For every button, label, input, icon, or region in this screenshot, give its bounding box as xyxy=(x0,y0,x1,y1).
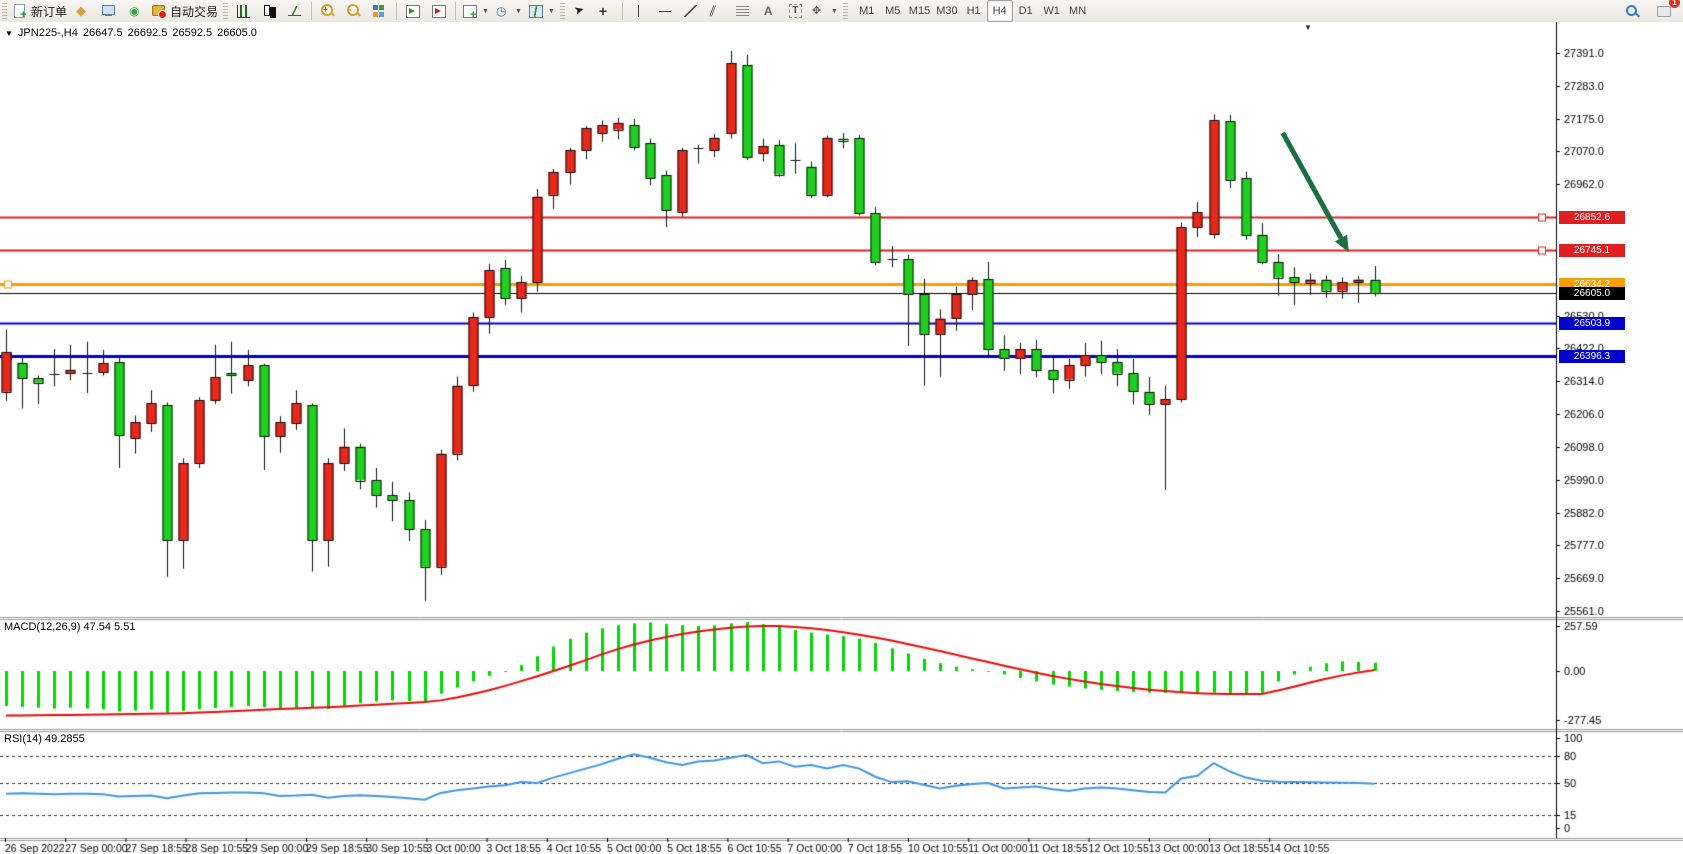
timeframe-button-w1[interactable]: W1 xyxy=(1039,0,1065,22)
auto-scroll-button[interactable] xyxy=(400,0,426,22)
zoom-in-icon: + xyxy=(320,3,336,19)
template-chart-icon xyxy=(528,3,544,19)
fibonacci-button[interactable] xyxy=(730,0,756,22)
cursor-icon: ➤ xyxy=(572,3,588,19)
trading-terminal-window: + 新订单 ◆ ◉ 自动交易 + - xyxy=(0,0,1683,854)
timeframe-label: M1 xyxy=(859,5,874,17)
crosshair-button[interactable]: + xyxy=(593,0,619,22)
toolbar-grip[interactable] xyxy=(223,3,228,19)
terminal-button[interactable] xyxy=(96,0,122,22)
bar-chart-icon xyxy=(235,3,251,19)
timeframe-label: W1 xyxy=(1043,5,1060,17)
autotrading-icon xyxy=(151,3,167,19)
vertical-line-button[interactable] xyxy=(626,0,652,22)
indicators-caret-icon: ▼ xyxy=(482,8,489,15)
new-order-label: 新订单 xyxy=(31,3,67,20)
tile-windows-button[interactable] xyxy=(367,0,393,22)
new-order-icon: + xyxy=(12,3,28,19)
search-icon xyxy=(1624,3,1640,19)
fibonacci-icon xyxy=(735,3,751,19)
line-chart-button[interactable] xyxy=(282,0,308,22)
timeframe-button-mn[interactable]: MN xyxy=(1065,0,1091,22)
timeframe-label: M30 xyxy=(936,5,957,17)
notifications-button[interactable]: 1 xyxy=(1651,0,1677,22)
autotrading-label: 自动交易 xyxy=(170,3,218,20)
timeframe-label: M15 xyxy=(909,5,930,17)
auto-scroll-icon xyxy=(405,3,421,19)
arrows-caret-icon: ▼ xyxy=(831,8,838,15)
templates-button[interactable]: ▼ xyxy=(525,0,558,22)
zoom-out-button[interactable]: - xyxy=(341,0,367,22)
trendline-button[interactable] xyxy=(678,0,704,22)
chart-shift-icon xyxy=(431,3,447,19)
indicators-button[interactable]: + ▼ xyxy=(459,0,492,22)
label-icon: T xyxy=(787,3,803,19)
periods-caret-icon: ▼ xyxy=(515,8,522,15)
autotrading-button[interactable]: 自动交易 xyxy=(148,0,221,22)
candlestick-icon xyxy=(261,3,277,19)
arrows-icon: ✥ xyxy=(811,3,827,19)
timeframe-group: M1 M5 M15 M30 H1 H4 D1 W1 MN xyxy=(854,0,1091,22)
cursor-button[interactable]: ➤ xyxy=(567,0,593,22)
toolbar-grip[interactable] xyxy=(560,3,565,19)
new-order-button[interactable]: + 新订单 xyxy=(9,0,70,22)
timeframe-button-m15[interactable]: M15 xyxy=(906,0,933,22)
timeframe-button-m5[interactable]: M5 xyxy=(880,0,906,22)
horizontal-line-button[interactable] xyxy=(652,0,678,22)
timeframe-label: MN xyxy=(1069,5,1086,17)
vertical-line-icon xyxy=(631,3,647,19)
horizontal-line-icon xyxy=(657,3,673,19)
notification-badge: 1 xyxy=(1669,0,1680,8)
signals-button[interactable]: ◉ xyxy=(122,0,148,22)
main-toolbar: + 新订单 ◆ ◉ 自动交易 + - xyxy=(0,0,1683,23)
timeframe-label: D1 xyxy=(1019,5,1033,17)
terminal-icon xyxy=(101,3,117,19)
crosshair-icon: + xyxy=(598,3,614,19)
timeframe-button-h1[interactable]: H1 xyxy=(961,0,987,22)
timeframe-button-h4[interactable]: H4 xyxy=(987,0,1013,22)
timeframe-label: H4 xyxy=(993,5,1007,17)
arrows-tool-button[interactable]: ✥ ▼ xyxy=(808,0,841,22)
periods-button[interactable]: ◷ ▼ xyxy=(492,0,525,22)
timeframe-button-m1[interactable]: M1 xyxy=(854,0,880,22)
market-watch-button[interactable]: ◆ xyxy=(70,0,96,22)
timeframe-button-d1[interactable]: D1 xyxy=(1013,0,1039,22)
candlestick-chart-button[interactable] xyxy=(256,0,282,22)
channel-button[interactable]: ∥ xyxy=(704,0,730,22)
chart-shift-button[interactable] xyxy=(426,0,452,22)
templates-caret-icon: ▼ xyxy=(548,8,555,15)
zoom-out-icon: - xyxy=(346,3,362,19)
timeframe-label: M5 xyxy=(885,5,900,17)
indicators-icon: + xyxy=(462,3,478,19)
text-icon: A xyxy=(761,3,777,19)
chart-area: ▼ JPN225-,H4 26647.5 26692.5 26592.5 266… xyxy=(0,22,1683,854)
timeframe-label: H1 xyxy=(967,5,981,17)
text-tool-button[interactable]: A xyxy=(756,0,782,22)
trendline-icon xyxy=(683,3,699,19)
toolbar-grip[interactable] xyxy=(843,3,848,19)
channel-icon: ∥ xyxy=(709,3,725,19)
zoom-in-button[interactable]: + xyxy=(315,0,341,22)
label-tool-button[interactable]: T xyxy=(782,0,808,22)
tile-windows-icon xyxy=(372,3,388,19)
signal-icon: ◉ xyxy=(127,3,143,19)
bar-chart-button[interactable] xyxy=(230,0,256,22)
timeframe-button-m30[interactable]: M30 xyxy=(933,0,960,22)
market-watch-icon: ◆ xyxy=(75,3,91,19)
clock-icon: ◷ xyxy=(495,3,511,19)
drawn-arrow-annotation[interactable] xyxy=(0,22,1683,854)
search-button[interactable] xyxy=(1619,0,1645,22)
line-chart-icon xyxy=(287,3,303,19)
toolbar-grip[interactable] xyxy=(2,3,7,19)
